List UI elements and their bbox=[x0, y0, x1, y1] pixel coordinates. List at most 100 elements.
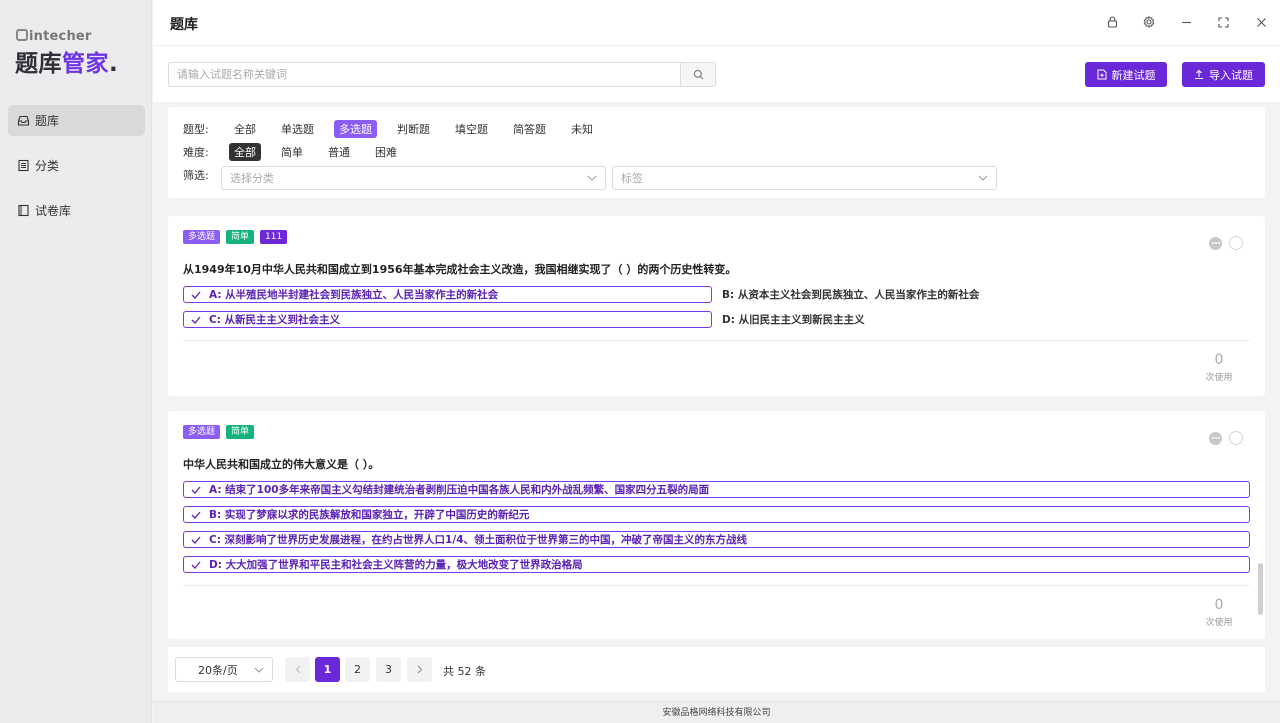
sidebar-item-label: 试卷库 bbox=[35, 204, 72, 218]
option-c: C: 从新民主主义到社会主义 bbox=[183, 311, 712, 328]
page-button-2[interactable]: 2 bbox=[345, 657, 370, 682]
type-tag: 多选题 bbox=[183, 425, 221, 439]
page-size-select[interactable]: 20条/页 bbox=[175, 657, 273, 682]
brand-title-prefix: 题库 bbox=[15, 51, 62, 77]
option-b: B: 实现了梦寐以求的民族解放和国家独立，开辟了中国历史的新纪元 bbox=[183, 506, 1250, 523]
sidebar-item-label: 分类 bbox=[35, 159, 60, 173]
page-size-value: 20条/页 bbox=[198, 663, 238, 677]
new-file-icon bbox=[1097, 69, 1106, 80]
maximize-icon[interactable] bbox=[1215, 14, 1231, 30]
difficulty-tag: 简单 bbox=[226, 425, 255, 439]
footer-text: 安徽品格网络科技有限公司 bbox=[662, 708, 771, 718]
option-text: C: 深刻影响了世界历史发展进程，在约占世界人口1/4、领土面积位于世界第三的中… bbox=[209, 534, 748, 546]
search-box bbox=[168, 62, 716, 87]
option-a: A: 结束了100多年来帝国主义勾结封建统治者剥削压迫中国各族人民和内外战乱频繁… bbox=[183, 481, 1250, 498]
type-chip-judge[interactable]: 判断题 bbox=[392, 120, 435, 138]
type-chip-unknown[interactable]: 未知 bbox=[566, 120, 598, 138]
card-divider bbox=[183, 585, 1250, 586]
brand-title-accent: 管家 bbox=[62, 51, 109, 77]
category-select[interactable]: 选择分类 bbox=[221, 166, 606, 190]
upload-icon bbox=[1195, 69, 1203, 80]
sidebar: intecher 题库管家. 题库 分类 试卷库 bbox=[0, 0, 152, 723]
usage-label: 次使用 bbox=[1205, 618, 1233, 628]
type-filter-label: 题型: bbox=[183, 123, 209, 136]
question-tags: 多选题 简单 111 bbox=[183, 230, 288, 244]
import-question-button[interactable]: 导入试题 bbox=[1182, 62, 1265, 87]
usage-count: 0 次使用 bbox=[1199, 597, 1239, 628]
question-text: 中华人民共和国成立的伟大意义是（ ）。 bbox=[183, 458, 380, 471]
select-radio[interactable] bbox=[1229, 236, 1243, 250]
difficulty-chip-normal[interactable]: 普通 bbox=[323, 143, 355, 161]
option-text: C: 从新民主主义到社会主义 bbox=[209, 314, 341, 326]
type-chip-single[interactable]: 单选题 bbox=[276, 120, 319, 138]
sidebar-item-paper-bank[interactable]: 试卷库 bbox=[8, 195, 145, 226]
prev-page-button[interactable] bbox=[285, 657, 310, 682]
difficulty-chip-hard[interactable]: 困难 bbox=[370, 143, 402, 161]
close-icon[interactable] bbox=[1253, 14, 1269, 30]
type-chip-multiple[interactable]: 多选题 bbox=[334, 120, 377, 138]
sidebar-item-category[interactable]: 分类 bbox=[8, 150, 145, 181]
option-d: D: 从旧民主主义到新民主主义 bbox=[722, 311, 1242, 328]
scrollbar-thumb[interactable] bbox=[1258, 563, 1263, 615]
difficulty-filter-label: 难度: bbox=[183, 146, 209, 159]
lock-icon[interactable] bbox=[1104, 14, 1120, 30]
check-icon bbox=[191, 560, 201, 570]
check-icon bbox=[191, 535, 201, 545]
page-button-3[interactable]: 3 bbox=[376, 657, 401, 682]
brand-small-text: intecher bbox=[29, 29, 92, 44]
gear-icon[interactable] bbox=[1141, 14, 1157, 30]
card-actions bbox=[1209, 236, 1243, 250]
new-question-button[interactable]: 新建试题 bbox=[1085, 62, 1167, 87]
type-chip-short-answer[interactable]: 简答题 bbox=[508, 120, 551, 138]
brand-small-logo: intecher bbox=[16, 29, 92, 44]
search-icon bbox=[693, 69, 703, 80]
chevron-left-icon bbox=[295, 665, 300, 674]
import-question-label: 导入试题 bbox=[1209, 68, 1253, 82]
new-question-label: 新建试题 bbox=[1111, 68, 1156, 82]
search-button[interactable] bbox=[680, 63, 715, 86]
tag-select-placeholder: 标签 bbox=[621, 172, 643, 185]
option-text: B: 实现了梦寐以求的民族解放和国家独立，开辟了中国历史的新纪元 bbox=[209, 509, 530, 521]
option-a: A: 从半殖民地半封建社会到民族独立、人民当家作主的新社会 bbox=[183, 286, 712, 303]
usage-label: 次使用 bbox=[1205, 373, 1233, 383]
more-icon[interactable] bbox=[1209, 431, 1222, 445]
card-actions bbox=[1209, 431, 1243, 445]
check-icon bbox=[191, 315, 201, 325]
chevron-right-icon bbox=[417, 665, 422, 674]
question-tags: 多选题 简单 bbox=[183, 425, 255, 439]
title-bar: 题库 bbox=[153, 0, 1280, 46]
usage-count: 0 次使用 bbox=[1199, 352, 1239, 383]
question-card[interactable]: 多选题 简单 111 从1949年10月中华人民共和国成立到1956年基本完成社… bbox=[168, 216, 1265, 396]
filter-panel: 题型: 全部 单选题 多选题 判断题 填空题 简答题 未知 难度: 全部 简单 … bbox=[168, 107, 1265, 198]
list-icon bbox=[17, 159, 30, 172]
minimize-icon[interactable] bbox=[1178, 14, 1194, 30]
option-text: A: 结束了100多年来帝国主义勾结封建统治者剥削压迫中国各族人民和内外战乱频繁… bbox=[209, 484, 710, 496]
chevron-down-icon bbox=[978, 175, 988, 181]
sidebar-nav: 题库 分类 试卷库 bbox=[8, 105, 145, 240]
card-divider bbox=[183, 340, 1250, 341]
tag-select[interactable]: 标签 bbox=[612, 166, 997, 190]
inbox-icon bbox=[17, 114, 30, 127]
difficulty-chip-all[interactable]: 全部 bbox=[229, 143, 261, 161]
type-tag: 多选题 bbox=[183, 230, 221, 244]
select-radio[interactable] bbox=[1229, 431, 1243, 445]
category-select-placeholder: 选择分类 bbox=[230, 172, 274, 185]
page-button-1[interactable]: 1 bbox=[315, 657, 340, 682]
type-filter-row: 题型: 全部 单选题 多选题 判断题 填空题 简答题 未知 bbox=[183, 120, 613, 138]
question-text: 从1949年10月中华人民共和国成立到1956年基本完成社会主义改造，我国相继实… bbox=[183, 263, 737, 276]
type-chip-fill[interactable]: 填空题 bbox=[450, 120, 493, 138]
toolbar: 新建试题 导入试题 bbox=[153, 46, 1280, 102]
difficulty-chip-easy[interactable]: 简单 bbox=[276, 143, 308, 161]
option-c: C: 深刻影响了世界历史发展进程，在约占世界人口1/4、领土面积位于世界第三的中… bbox=[183, 531, 1250, 548]
sidebar-item-label: 题库 bbox=[35, 114, 60, 128]
question-card[interactable]: 多选题 简单 中华人民共和国成立的伟大意义是（ ）。 A: 结束了100多年来帝… bbox=[168, 411, 1265, 639]
option-text: A: 从半殖民地半封建社会到民族独立、人民当家作主的新社会 bbox=[209, 289, 499, 301]
brand-title-suffix: . bbox=[109, 51, 119, 77]
type-chip-all[interactable]: 全部 bbox=[229, 120, 261, 138]
page-title: 题库 bbox=[170, 17, 198, 33]
search-input[interactable] bbox=[169, 63, 680, 86]
next-page-button[interactable] bbox=[407, 657, 432, 682]
option-d: D: 大大加强了世界和平民主和社会主义阵营的力量，极大地改变了世界政治格局 bbox=[183, 556, 1250, 573]
sidebar-item-question-bank[interactable]: 题库 bbox=[8, 105, 145, 136]
more-icon[interactable] bbox=[1209, 236, 1222, 250]
